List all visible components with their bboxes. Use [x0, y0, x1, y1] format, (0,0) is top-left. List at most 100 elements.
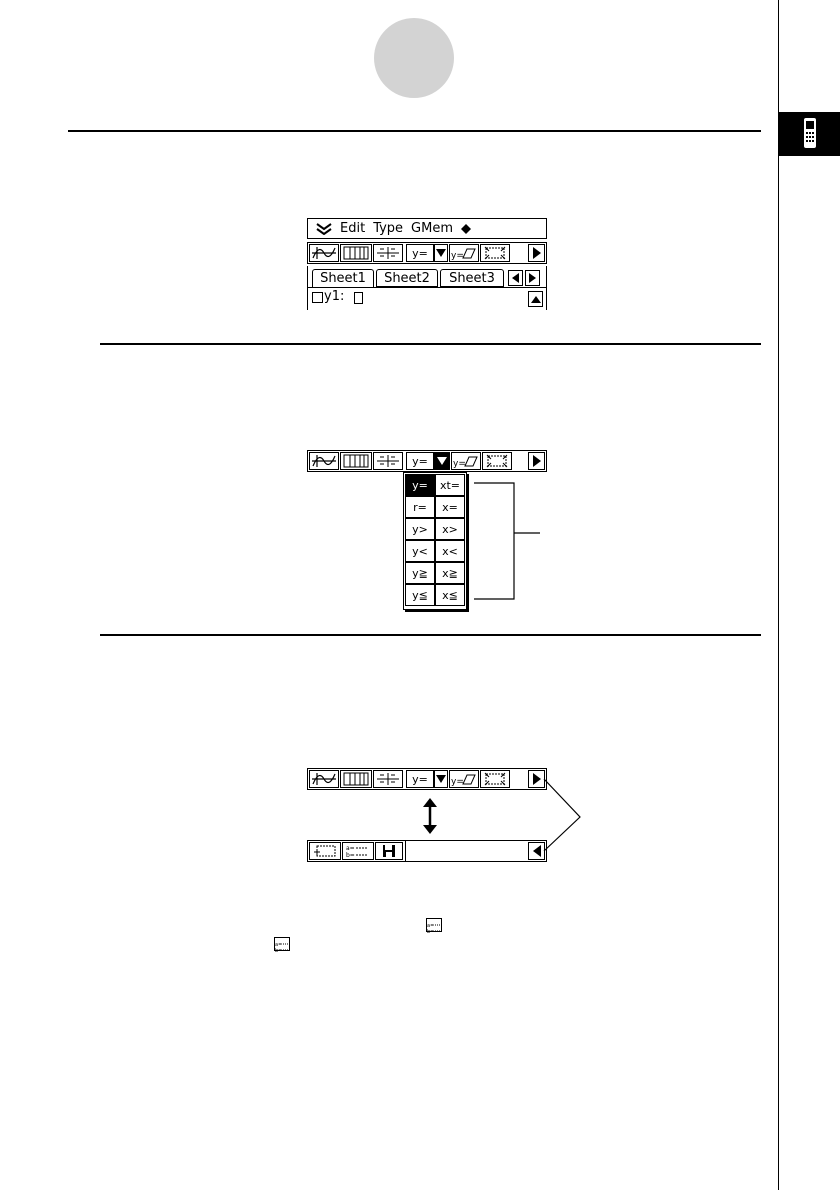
- option-label: x<: [442, 544, 458, 558]
- y-equals-button[interactable]: y=: [406, 244, 434, 262]
- tab-sheet2-label: Sheet2: [384, 270, 430, 286]
- type-option-x-less[interactable]: x<: [435, 540, 465, 562]
- y1-input-cursor[interactable]: [354, 292, 363, 304]
- table-icon: [343, 246, 369, 260]
- zoom-box-icon: [486, 454, 508, 468]
- fraction-table-button[interactable]: [373, 244, 403, 262]
- zoom-box-button[interactable]: [480, 770, 510, 788]
- page-side-rule: [778, 0, 779, 1190]
- y-graph-button[interactable]: y=: [451, 452, 481, 470]
- svg-text:y=: y=: [451, 251, 464, 260]
- table-button[interactable]: [340, 770, 372, 788]
- zoom-box-button[interactable]: [480, 244, 510, 262]
- up-arrow-icon: [530, 295, 541, 303]
- y-graph-icon: y=: [451, 774, 476, 786]
- toolbar-alternate: a= b=: [307, 840, 547, 862]
- dropdown-arrow-icon: [436, 775, 446, 783]
- option-label: y≦: [412, 588, 428, 602]
- calculator-icon: [804, 118, 816, 148]
- type-option-y-greater-equal[interactable]: y≧: [405, 562, 435, 584]
- toolbar-next-button[interactable]: [528, 452, 545, 470]
- type-option-x-equals[interactable]: x=: [435, 496, 465, 518]
- toolbar-next-button[interactable]: [528, 244, 545, 262]
- table-button[interactable]: [340, 244, 372, 262]
- tab-sheet3-label: Sheet3: [449, 270, 495, 286]
- y-graph-button[interactable]: y=: [449, 244, 479, 262]
- option-label: x≦: [442, 588, 458, 602]
- fraction-table-icon: [377, 247, 399, 259]
- y1-checkbox[interactable]: [312, 292, 323, 303]
- tab-sheet2[interactable]: Sheet2: [376, 269, 438, 287]
- sequence-list-icon: a=b=: [275, 942, 288, 954]
- floppy-disk-icon: [383, 845, 395, 857]
- sequence-list-button[interactable]: a= b=: [342, 842, 374, 860]
- type-option-x-less-equal[interactable]: x≦: [435, 584, 465, 606]
- type-option-y-less[interactable]: y<: [405, 540, 435, 562]
- tab-scroll-right-button[interactable]: [525, 270, 540, 286]
- fraction-table-icon: [377, 455, 399, 467]
- section-rule-3: [100, 634, 761, 636]
- scroll-up-button[interactable]: [528, 291, 543, 307]
- toolbar-separator: [405, 841, 406, 861]
- page-circle-decoration: [374, 18, 454, 98]
- type-option-x-greater-equal[interactable]: x≧: [435, 562, 465, 584]
- y-equals-label: y=: [412, 772, 428, 786]
- graph-window-button[interactable]: [309, 452, 339, 470]
- picture-plot-button[interactable]: [309, 842, 341, 860]
- type-dropdown-button[interactable]: [434, 244, 448, 262]
- right-arrow-icon: [532, 247, 541, 259]
- svg-text:b=: b=: [346, 852, 355, 858]
- graph-editor-window: Sheet1 Sheet2 Sheet3 y1:: [307, 266, 547, 310]
- double-chevron-down-icon[interactable]: [316, 222, 332, 235]
- sequence-list-inline-icon: a= b=: [426, 918, 442, 935]
- zoom-box-icon: [484, 246, 506, 260]
- tab-sheet1[interactable]: Sheet1: [312, 269, 374, 287]
- y-equals-label: y=: [412, 246, 428, 260]
- y-graph-button[interactable]: y=: [449, 770, 479, 788]
- fraction-table-button[interactable]: [373, 770, 403, 788]
- tab-sheet3[interactable]: Sheet3: [440, 269, 504, 287]
- zoom-box-button[interactable]: [482, 452, 512, 470]
- option-label: x≧: [442, 566, 458, 580]
- menu-gmem[interactable]: GMem: [411, 222, 453, 235]
- y1-label: y1:: [324, 289, 345, 304]
- type-option-x-greater[interactable]: x>: [435, 518, 465, 540]
- menu-edit[interactable]: Edit: [340, 222, 365, 235]
- fraction-table-button[interactable]: [373, 452, 403, 470]
- sequence-list-icon: a=b=: [427, 923, 440, 935]
- tab-scroll-left-button[interactable]: [508, 270, 523, 286]
- double-arrow-icon: [423, 798, 437, 834]
- right-arrow-icon: [529, 273, 536, 283]
- menu-type[interactable]: Type: [373, 222, 403, 235]
- diamond-icon[interactable]: [461, 223, 471, 234]
- type-option-xt-equals[interactable]: xt=: [435, 474, 465, 496]
- graph-icon: [312, 455, 336, 467]
- graph-type-dropdown: y= xt= r= x= y> x> y< x< y≧ x≧ y≦ x≦: [403, 472, 467, 610]
- svg-text:y=: y=: [453, 459, 466, 468]
- svg-text:y=: y=: [451, 777, 464, 786]
- option-label: y=: [412, 478, 428, 492]
- type-dropdown-button-open[interactable]: [434, 452, 450, 470]
- y-graph-icon: y=: [451, 248, 476, 260]
- section-rule-2: [100, 343, 761, 345]
- type-option-y-equals[interactable]: y=: [405, 474, 435, 496]
- y-equals-button[interactable]: y=: [406, 452, 434, 470]
- y-equals-button[interactable]: y=: [406, 770, 434, 788]
- option-label: x>: [442, 522, 458, 536]
- option-label: xt=: [439, 478, 461, 492]
- option-label: y>: [412, 522, 428, 536]
- type-option-y-less-equal[interactable]: y≦: [405, 584, 435, 606]
- section-rule-1: [68, 130, 761, 132]
- toolbar-1: y= y=: [307, 242, 547, 264]
- type-option-y-greater[interactable]: y>: [405, 518, 435, 540]
- type-dropdown-button[interactable]: [434, 770, 448, 788]
- table-button[interactable]: [340, 452, 372, 470]
- save-button[interactable]: [375, 842, 403, 860]
- chapter-tab: [779, 112, 840, 156]
- dropdown-arrow-icon: [437, 457, 447, 465]
- fraction-table-icon: [377, 773, 399, 785]
- graph-window-button[interactable]: [309, 770, 339, 788]
- type-option-r-equals[interactable]: r=: [405, 496, 435, 518]
- graph-window-button[interactable]: [309, 244, 339, 262]
- option-label: y<: [412, 544, 428, 558]
